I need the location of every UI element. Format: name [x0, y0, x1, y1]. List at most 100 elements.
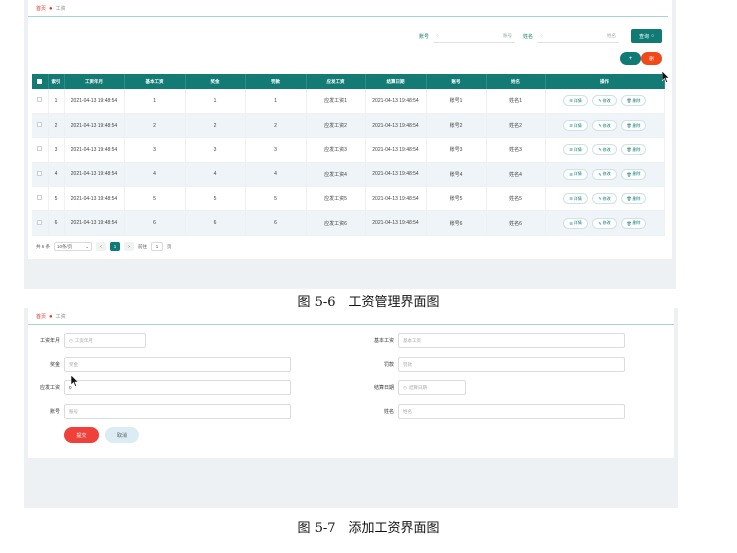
detail-icon: ☰ — [569, 196, 573, 202]
row-checkbox[interactable] — [37, 219, 43, 225]
row-checkbox[interactable] — [37, 122, 43, 128]
table-row: 1 2021-04-13 19:48:54 1 1 1 应发工资1 2021-0… — [32, 89, 665, 114]
select-all-checkbox[interactable] — [37, 78, 43, 84]
table-row: 4 2021-04-13 19:48:54 4 4 4 应发工资4 2021-0… — [32, 162, 665, 188]
edit-icon: ✎ — [598, 196, 602, 202]
detail-button[interactable]: ☰ 详情 — [563, 193, 588, 205]
detail-button[interactable]: ☰ 详情 — [563, 168, 588, 180]
detail-button[interactable]: ☰ 详情 — [563, 217, 588, 229]
cell-base: 2 — [124, 113, 186, 139]
cell-account: 账号1 — [426, 89, 487, 114]
cell-name: 姓名5 — [486, 186, 546, 212]
cell-fine: 3 — [245, 137, 307, 163]
cancel-button[interactable]: 取消 — [105, 427, 139, 443]
goto-page-input[interactable]: 1 — [151, 242, 164, 251]
breadcrumb-separator-icon: ● — [49, 313, 53, 320]
month-picker-input[interactable]: ◷ 工资年月 — [64, 333, 146, 348]
edit-icon: ✎ — [598, 123, 602, 129]
breadcrumb-current: 工资 — [55, 6, 66, 12]
delete-button[interactable]: 🗑 删除 — [621, 217, 646, 229]
delete-button[interactable]: 🗑 删除 — [621, 144, 646, 156]
delete-button[interactable]: 🗑 删除 — [621, 95, 646, 107]
account-search-label: 账号 — [419, 33, 430, 40]
detail-label: 详情 — [573, 146, 582, 152]
bonus-input[interactable]: 奖金 — [64, 357, 291, 372]
fine-input[interactable]: 罚款 — [398, 357, 625, 372]
mouse-cursor-icon — [662, 71, 670, 83]
cell-bonus: 5 — [185, 186, 246, 212]
batch-delete-button[interactable]: 删 — [641, 52, 662, 65]
page-size-select[interactable]: 10条/页 ⌄ — [54, 242, 93, 251]
goto-label: 前往 — [138, 243, 148, 249]
account-search: 账号 ○ 账号 — [419, 29, 516, 43]
field-payable: 应发工资 0 — [28, 380, 291, 395]
cell-settle: 2021-04-13 19:48:54 — [365, 186, 427, 212]
edit-label: 修改 — [602, 195, 611, 201]
cell-account: 账号3 — [426, 137, 487, 163]
edit-button[interactable]: ✎ 修改 — [592, 144, 617, 156]
page-number-button[interactable]: 1 — [110, 242, 121, 251]
header-select-all[interactable] — [32, 74, 49, 89]
cell-month: 2021-04-13 19:48:54 — [64, 162, 125, 188]
search-icon: ○ — [650, 33, 655, 39]
account-search-input[interactable]: ○ 账号 — [433, 30, 516, 43]
edit-button[interactable]: ✎ 修改 — [592, 120, 617, 132]
search-icon: ○ — [540, 32, 544, 39]
breadcrumb-home[interactable]: 首页 — [36, 5, 46, 12]
edit-button[interactable]: ✎ 修改 — [592, 95, 617, 107]
edit-button[interactable]: ✎ 修改 — [592, 168, 617, 180]
mouse-cursor-icon — [71, 375, 79, 387]
row-checkbox[interactable] — [37, 97, 43, 103]
breadcrumb-home[interactable]: 首页 — [36, 313, 46, 320]
payable-input[interactable]: 0 — [64, 380, 291, 395]
delete-icon: 🗑 — [626, 220, 632, 226]
submit-button[interactable]: 提交 — [64, 427, 99, 443]
query-button[interactable]: 查询 ○ — [631, 29, 662, 43]
cell-settle: 2021-04-13 19:48:54 — [365, 137, 427, 163]
cell-bonus: 1 — [185, 89, 246, 114]
field-account: 账号 账号 — [28, 404, 291, 419]
cell-bonus: 2 — [185, 113, 246, 139]
name-search: 姓名 ○ 姓名 — [523, 29, 620, 43]
cell-month: 2021-04-13 19:48:54 — [64, 186, 125, 212]
prev-page-button[interactable]: < — [96, 242, 107, 251]
account-placeholder: 账号 — [69, 408, 78, 414]
cell-payable: 应发工资5 — [306, 186, 366, 212]
row-checkbox[interactable] — [37, 170, 43, 176]
account-input[interactable]: 账号 — [64, 404, 291, 419]
name-search-input[interactable]: ○ 姓名 — [537, 30, 620, 43]
cell-fine: 6 — [245, 210, 307, 236]
detail-button[interactable]: ☰ 详情 — [563, 120, 588, 132]
name-search-label: 姓名 — [523, 33, 534, 40]
cell-settle: 2021-04-13 19:48:54 — [365, 113, 427, 139]
base-salary-input[interactable]: 基本工资 — [398, 333, 625, 348]
detail-icon: ☰ — [569, 98, 573, 104]
delete-label: 删除 — [632, 97, 641, 103]
edit-icon: ✎ — [598, 98, 602, 104]
row-checkbox[interactable] — [37, 195, 43, 201]
goto-unit: 页 — [167, 243, 172, 249]
delete-button[interactable]: 🗑 删除 — [621, 193, 646, 205]
detail-button[interactable]: ☰ 详情 — [563, 95, 588, 107]
breadcrumb: 首页 ● 工资 — [36, 5, 66, 13]
next-page-button[interactable]: > — [124, 242, 135, 251]
edit-label: 修改 — [602, 122, 611, 128]
delete-button[interactable]: 🗑 删除 — [621, 120, 646, 132]
column-header: 姓名 — [486, 74, 546, 89]
name-input[interactable]: 姓名 — [398, 404, 625, 419]
settle-date-input[interactable]: ◷ 结算日期 — [398, 380, 466, 395]
form-card: 首页 ● 工资 工资年月 ◷ 工资年月 基本工资 基本工资 奖金 奖金 罚款 罚… — [28, 308, 674, 458]
delete-icon: 🗑 — [626, 147, 632, 153]
add-button[interactable]: + — [620, 52, 641, 65]
detail-button[interactable]: ☰ 详情 — [563, 144, 588, 156]
edit-button[interactable]: ✎ 修改 — [592, 193, 617, 205]
edit-button[interactable]: ✎ 修改 — [592, 217, 617, 229]
column-header: 索引 — [48, 74, 65, 89]
cell-fine: 2 — [245, 113, 307, 139]
cell-base: 3 — [124, 137, 186, 163]
delete-button[interactable]: 🗑 删除 — [621, 168, 646, 180]
row-checkbox[interactable] — [37, 146, 43, 152]
delete-icon: 🗑 — [626, 196, 632, 202]
cell-index: 1 — [48, 89, 65, 114]
cell-account: 账号5 — [426, 186, 487, 212]
